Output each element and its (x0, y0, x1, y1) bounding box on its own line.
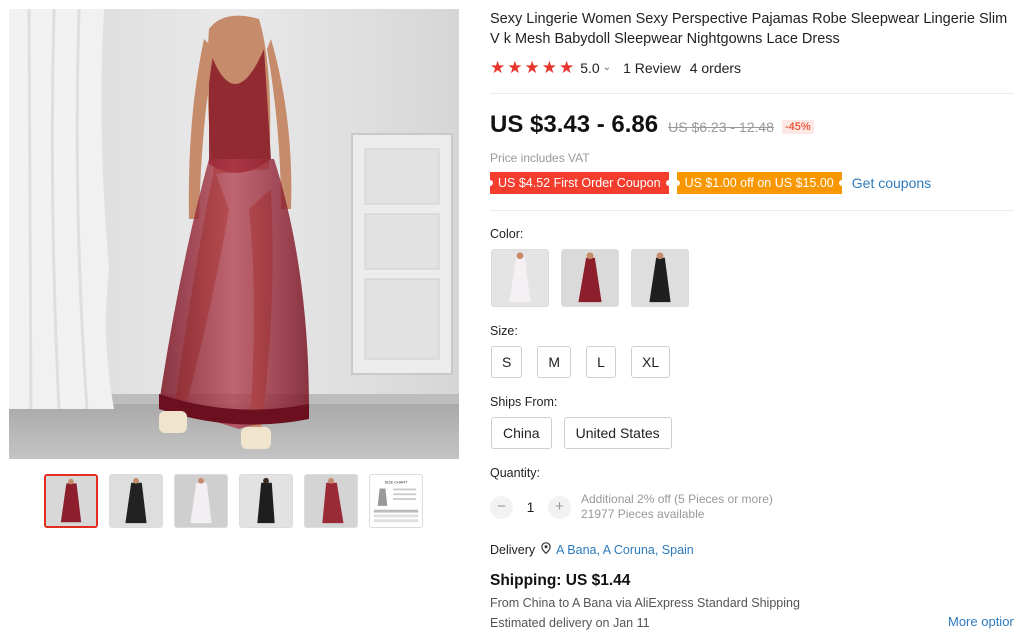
ships-from-china[interactable]: China (491, 417, 552, 449)
size-option-l[interactable]: L (586, 346, 617, 378)
quantity-input[interactable]: 1 (513, 499, 548, 515)
rating-score[interactable]: 5.0 (580, 60, 599, 76)
quantity-info: Additional 2% off (5 Pieces or more) 219… (581, 492, 773, 522)
estimated-delivery: Estimated delivery on Jan 11 (490, 616, 650, 630)
shipping-cost: Shipping: US $1.44 (490, 572, 631, 589)
thumbnail-strip: SIZE CHART (44, 474, 423, 528)
size-chart-label: SIZE CHART (385, 481, 408, 485)
chevron-down-icon[interactable]: ⌄ (603, 62, 611, 73)
size-options: S M L XL (491, 346, 671, 378)
current-price: US $3.43 - 6.86 (490, 111, 659, 138)
star-icon: ★ (524, 58, 540, 77)
main-product-image[interactable] (9, 9, 459, 459)
bulk-discount-note: Additional 2% off (5 Pieces or more) (581, 492, 773, 506)
coupon-row: US $4.52 First Order Coupon US $1.00 off… (487, 172, 931, 194)
star-icon: ★ (559, 58, 575, 77)
thumbnail-burgundy-front[interactable] (44, 474, 98, 528)
get-coupons-link[interactable]: Get coupons (852, 175, 931, 191)
orders-count: 4 orders (689, 59, 742, 76)
quantity-stepper: − 1 + Additional 2% off (5 Pieces or mor… (490, 492, 773, 522)
delivery-location-link[interactable]: A Bana, A Coruna, Spain (556, 543, 694, 557)
first-order-coupon[interactable]: US $4.52 First Order Coupon (487, 172, 672, 194)
size-label: Size: (490, 324, 518, 338)
more-options-link[interactable]: More options (948, 614, 1014, 629)
reviews-link[interactable]: 1 Review (623, 60, 681, 76)
vat-note: Price includes VAT (490, 151, 590, 165)
color-option-black[interactable] (631, 249, 689, 307)
thumbnail-black-front[interactable] (109, 474, 163, 528)
size-option-s[interactable]: S (491, 346, 523, 378)
store-coupon[interactable]: US $1.00 off on US $15.00 (673, 172, 845, 194)
increase-quantity-button[interactable]: + (548, 495, 571, 519)
star-icon: ★ (490, 58, 506, 77)
color-options (491, 249, 689, 307)
original-price: US $6.23 - 12.48 (668, 119, 774, 135)
ships-from-label: Ships From: (490, 395, 558, 409)
location-pin-icon (541, 542, 551, 557)
ships-from-united-states[interactable]: United States (563, 417, 672, 449)
thumbnail-size-chart[interactable]: SIZE CHART (369, 474, 423, 528)
thumbnail-burgundy-side[interactable] (304, 474, 358, 528)
quantity-label: Quantity: (490, 466, 541, 480)
thumbnail-white-front[interactable] (174, 474, 228, 528)
color-option-burgundy[interactable] (561, 249, 619, 307)
thumbnail-black-back[interactable] (239, 474, 293, 528)
ships-from-options: China United States (491, 417, 672, 449)
size-option-m[interactable]: M (537, 346, 572, 378)
price-row: US $3.43 - 6.86 US $6.23 - 12.48 -45% (490, 111, 814, 139)
star-icon: ★ (541, 58, 557, 77)
star-rating: ★ ★ ★ ★ ★ (490, 59, 574, 76)
decrease-quantity-button[interactable]: − (490, 495, 513, 519)
star-icon: ★ (507, 58, 523, 77)
size-option-xl[interactable]: XL (631, 346, 671, 378)
stock-available: 21977 Pieces available (581, 507, 705, 521)
product-info-panel: Sexy Lingerie Women Sexy Perspective Paj… (487, 0, 1014, 636)
shipping-route: From China to A Bana via AliExpress Stan… (490, 596, 800, 610)
discount-badge: -45% (781, 120, 814, 134)
delivery-label: Delivery (490, 542, 536, 557)
color-option-white[interactable] (491, 249, 549, 307)
product-photo (9, 9, 459, 459)
rating-row: ★ ★ ★ ★ ★ 5.0 ⌄ 1 Review 4 orders (490, 59, 741, 76)
divider (490, 210, 1014, 211)
delivery-row: Delivery A Bana, A Coruna, Spain (490, 542, 694, 557)
divider (490, 93, 1014, 94)
color-label: Color: (490, 227, 524, 241)
product-title: Sexy Lingerie Women Sexy Perspective Paj… (490, 11, 1008, 47)
